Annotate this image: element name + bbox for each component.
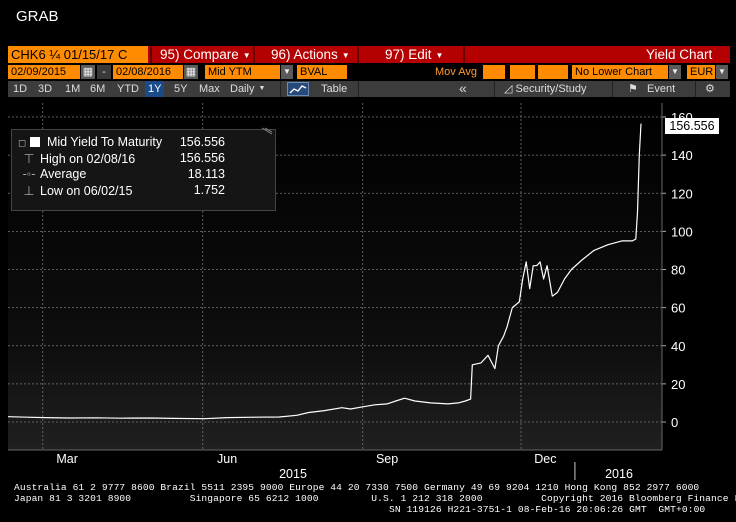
average-value: 18.113 <box>187 167 225 181</box>
average-marker-icon: -◦- <box>22 167 36 181</box>
x-year-label: 2015 <box>279 467 307 481</box>
series-last-value: 156.556 <box>179 135 225 149</box>
high-value: 156.556 <box>179 151 225 165</box>
low-label: Low on 06/02/15 <box>40 184 133 198</box>
yield-chart: 020406080100120140160MarJunSepDec2015201… <box>7 103 693 481</box>
y-tick-label: 0 <box>671 415 678 430</box>
legend-row-average: -◦- Average <box>18 167 87 181</box>
y-tick-label: 120 <box>671 186 693 201</box>
low-value: 1.752 <box>193 183 225 197</box>
x-tick-label: Mar <box>56 452 78 466</box>
x-tick-label: Jun <box>217 452 237 466</box>
last-value-label: 156.556 <box>665 118 719 134</box>
x-tick-label: Dec <box>534 452 556 466</box>
legend-row-low: ⊥ Low on 06/02/15 <box>18 183 133 198</box>
x-year-label: 2016 <box>605 467 633 481</box>
y-tick-label: 20 <box>671 377 685 392</box>
y-tick-label: 40 <box>671 339 685 354</box>
expand-icon[interactable]: ◻ <box>18 138 27 149</box>
y-tick-label: 100 <box>671 224 693 239</box>
high-label: High on 02/08/16 <box>40 152 136 166</box>
y-tick-label: 80 <box>671 263 685 278</box>
footer-contacts-line-2: Japan 81 3 3201 8900 Singapore 65 6212 1… <box>14 493 736 504</box>
high-marker-icon: ⊤ <box>23 152 35 166</box>
footer-session-info: SN 119126 H221-3751-1 08-Feb-16 20:06:26… <box>389 504 706 515</box>
legend-row-series: ◻ Mid Yield To Maturity <box>18 135 162 149</box>
x-tick-label: Sep <box>376 452 398 466</box>
average-label: Average <box>40 167 87 181</box>
resize-grip-icon[interactable] <box>261 127 273 135</box>
low-marker-icon: ⊥ <box>23 184 35 198</box>
series-swatch-icon <box>30 137 41 147</box>
legend-row-high: ⊤ High on 02/08/16 <box>18 151 136 166</box>
y-tick-label: 140 <box>671 148 693 163</box>
series-name: Mid Yield To Maturity <box>46 135 163 149</box>
y-tick-label: 60 <box>671 301 685 316</box>
footer-contacts-line-1: Australia 61 2 9777 8600 Brazil 5511 239… <box>14 482 700 493</box>
